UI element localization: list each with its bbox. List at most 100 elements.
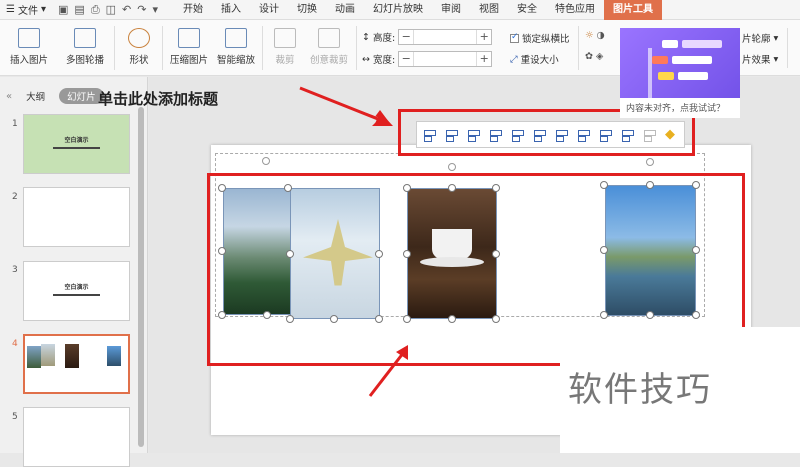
lock-ratio-checkbox[interactable]	[510, 32, 519, 43]
slide-thumbnail-active[interactable]	[23, 334, 130, 394]
distribute-vertical-icon[interactable]	[577, 128, 591, 142]
chevron-down-icon: ▾	[40, 4, 46, 15]
tab-animation[interactable]: 动画	[326, 0, 364, 20]
smart-scale-button[interactable]: 智能缩放	[215, 24, 257, 66]
tab-view[interactable]: 视图	[470, 0, 508, 20]
brightness-icon[interactable]: ☼	[585, 30, 594, 41]
save-icon[interactable]: ▣	[58, 3, 68, 17]
smart-scale-label: 智能缩放	[216, 55, 255, 66]
divider	[114, 26, 115, 70]
redo-icon[interactable]: ↷	[137, 3, 146, 17]
crop-label: 裁剪	[275, 55, 295, 66]
file-menu[interactable]: ☰ 文件 ▾	[0, 0, 52, 20]
distribute-horizontal-icon[interactable]	[555, 128, 569, 142]
tab-insert[interactable]: 插入	[212, 0, 250, 20]
contrast-icon[interactable]: ◑	[597, 30, 605, 41]
crop-button[interactable]: 裁剪	[268, 24, 302, 66]
scrollbar[interactable]	[138, 107, 144, 447]
height-stepper[interactable]: − +	[398, 29, 493, 45]
outline-button[interactable]: 片轮廓 ▾	[742, 31, 779, 46]
divider	[262, 26, 263, 70]
divider	[356, 26, 357, 70]
rotate-handle[interactable]	[448, 163, 456, 171]
preview-icon[interactable]: ◫	[106, 3, 116, 17]
effect-button[interactable]: 片效果 ▾	[742, 52, 778, 67]
height-icon: ↕	[362, 31, 370, 43]
tab-slides[interactable]: 幻灯片	[59, 88, 104, 104]
template-icon[interactable]: ▤	[74, 3, 84, 17]
mini-picture	[107, 346, 121, 366]
slide-thumbnail[interactable]: 空白演示	[23, 114, 130, 174]
effect-label: 片效果	[742, 55, 771, 66]
thumb-line	[53, 147, 100, 149]
tab-outline[interactable]: 大纲	[18, 88, 53, 104]
width-stepper[interactable]: − +	[398, 51, 493, 67]
width-input[interactable]	[413, 52, 478, 66]
slide-thumb-title: 空白演示	[64, 284, 89, 291]
rotate-handle[interactable]	[262, 157, 270, 165]
align-toolbar: ◆	[416, 121, 685, 148]
width-label: 宽度:	[372, 55, 396, 66]
align-center-icon[interactable]	[445, 128, 459, 142]
tab-features[interactable]: 特色应用	[546, 0, 604, 20]
ungroup-icon[interactable]	[643, 128, 657, 142]
width-icon: ↔	[362, 53, 370, 65]
group-icon[interactable]	[621, 128, 635, 142]
slide-title[interactable]: 单击此处添加标题	[98, 88, 218, 109]
plus-icon[interactable]: +	[477, 30, 491, 44]
align-right-icon[interactable]	[467, 128, 481, 142]
mini-picture	[65, 344, 79, 368]
tab-home[interactable]: 开始	[174, 0, 212, 20]
slide-thumbnail[interactable]	[23, 407, 130, 467]
tab-design[interactable]: 设计	[250, 0, 288, 20]
picture-icon	[787, 28, 797, 68]
distribute-spacing-icon[interactable]	[599, 128, 613, 142]
transparent-icon[interactable]: ◈	[596, 51, 603, 62]
tab-review[interactable]: 审阅	[432, 0, 470, 20]
minus-icon[interactable]: −	[399, 30, 413, 44]
plus-icon[interactable]: +	[477, 52, 491, 66]
insert-picture-button[interactable]: 插入图片	[6, 24, 52, 66]
minus-icon[interactable]: −	[399, 52, 413, 66]
color-icon[interactable]: ✿	[585, 51, 593, 62]
mini-picture	[27, 346, 41, 368]
slide-thumbnail[interactable]	[23, 187, 130, 247]
tab-picture-tools[interactable]: 图片工具	[604, 0, 662, 20]
collapse-icon[interactable]: «	[6, 91, 12, 102]
multi-crop-button[interactable]: 多图轮播	[62, 24, 108, 66]
smart-align-icon[interactable]: ◆	[665, 127, 675, 142]
popup-bar	[678, 72, 708, 80]
print-icon[interactable]: ⎙	[91, 3, 100, 17]
chevron-down-icon[interactable]: ▾	[152, 3, 158, 17]
tab-security[interactable]: 安全	[508, 0, 546, 20]
height-row: ↕ 高度: − +	[362, 29, 493, 45]
tab-slideshow[interactable]: 幻灯片放映	[364, 0, 432, 20]
creative-crop-icon	[318, 28, 340, 48]
align-top-icon[interactable]	[489, 128, 503, 142]
slide-thumbnail[interactable]: 空白演示	[23, 261, 130, 321]
lock-ratio-row[interactable]: 锁定纵横比	[510, 31, 570, 45]
reset-size-label: 重设大小	[520, 55, 559, 66]
rotate-handle[interactable]	[646, 158, 654, 166]
tab-transition[interactable]: 切换	[288, 0, 326, 20]
mini-picture	[41, 344, 55, 366]
align-middle-icon[interactable]	[511, 128, 525, 142]
popup-bar	[652, 56, 668, 64]
align-bottom-icon[interactable]	[533, 128, 547, 142]
creative-crop-label: 创意裁剪	[309, 55, 348, 66]
adjust-icons-2: ✿ ◈	[585, 51, 603, 62]
compress-button[interactable]: 压缩图片	[168, 24, 210, 66]
align-left-icon[interactable]	[423, 128, 437, 142]
creative-crop-button[interactable]: 创意裁剪	[306, 24, 352, 66]
height-label: 高度:	[372, 33, 396, 44]
undo-icon[interactable]: ↶	[122, 3, 131, 17]
reset-size-button[interactable]: ⤢ 重设大小	[510, 52, 559, 67]
lock-ratio-label: 锁定纵横比	[522, 34, 570, 45]
shape-button[interactable]: 形状	[122, 24, 156, 66]
popup-text[interactable]: 内容未对齐，点我试试？	[620, 98, 740, 118]
thumb-line	[53, 294, 100, 296]
insert-picture-label: 插入图片	[9, 55, 48, 66]
height-input[interactable]	[413, 30, 478, 44]
divider	[162, 26, 163, 70]
chevron-down-icon: ▾	[773, 32, 779, 44]
